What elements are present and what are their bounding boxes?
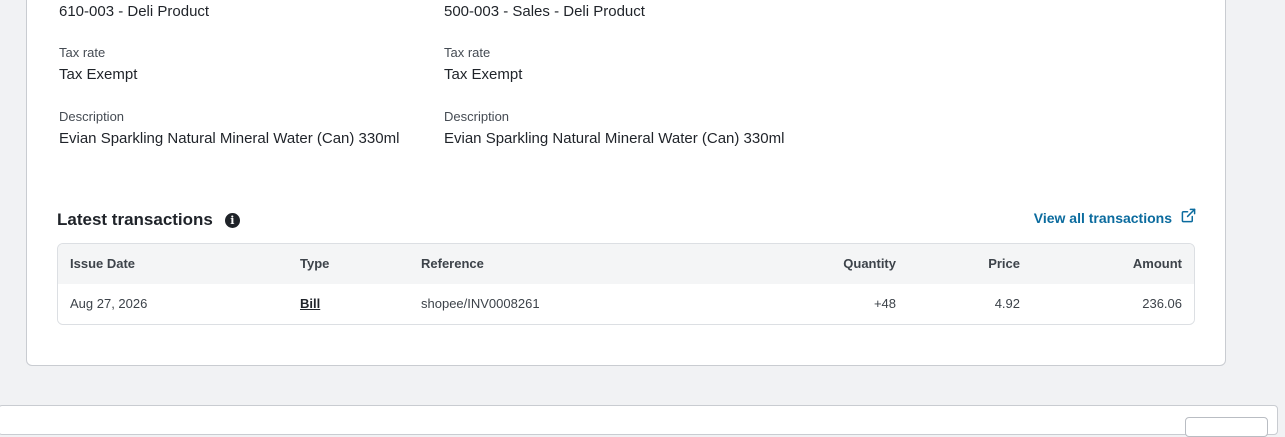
sales-account: 500-003 - Sales - Deli Product: [444, 3, 645, 21]
cell-amount: 236.06: [1142, 296, 1182, 311]
external-link-icon: [1181, 208, 1196, 222]
latest-transactions-title: Latest transactions: [57, 210, 213, 229]
bottom-action-button[interactable]: [1185, 417, 1268, 437]
sales-description: Description Evian Sparkling Natural Mine…: [444, 109, 784, 148]
bottom-panel: [0, 405, 1278, 435]
purchase-description: Description Evian Sparkling Natural Mine…: [59, 109, 399, 148]
purchase-tax-rate-label: Tax rate: [59, 45, 106, 60]
sales-tax-rate: Tax rate Tax Exempt: [444, 45, 522, 84]
sales-account-value: 500-003 - Sales - Deli Product: [444, 3, 645, 20]
table-row: Aug 27, 2026 Bill shopee/INV0008261 +48 …: [58, 284, 1194, 324]
purchase-tax-rate-value: Tax Exempt: [59, 66, 138, 83]
header-quantity[interactable]: Quantity: [796, 244, 896, 284]
info-icon[interactable]: i: [224, 212, 240, 228]
transactions-table: Issue Date Type Reference Quantity Price…: [57, 243, 1195, 325]
purchase-account-value: 610-003 - Deli Product: [59, 3, 210, 20]
cell-price: 4.92: [994, 296, 1020, 311]
purchase-account: 610-003 - Deli Product: [59, 3, 209, 21]
latest-transactions-heading: Latest transactions i: [57, 210, 240, 230]
bill-link[interactable]: Bill: [300, 296, 320, 311]
cell-reference: shopee/INV0008261: [421, 296, 540, 311]
header-price[interactable]: Price: [920, 244, 1020, 284]
table-header-row: Issue Date Type Reference Quantity Price…: [58, 244, 1194, 284]
cell-issue-date: Aug 27, 2026: [70, 296, 148, 311]
purchase-description-label: Description: [59, 109, 125, 124]
header-type[interactable]: Type: [300, 244, 329, 284]
cell-quantity: +48: [873, 296, 896, 311]
header-reference[interactable]: Reference: [421, 244, 484, 284]
item-details-card: 610-003 - Deli Product Tax rate Tax Exem…: [26, 0, 1226, 366]
sales-tax-rate-label: Tax rate: [444, 45, 491, 60]
purchase-tax-rate: Tax rate Tax Exempt: [59, 45, 137, 84]
header-amount[interactable]: Amount: [1082, 244, 1182, 284]
sales-tax-rate-value: Tax Exempt: [444, 66, 523, 83]
sales-description-value: Evian Sparkling Natural Mineral Water (C…: [444, 130, 785, 147]
header-issue-date[interactable]: Issue Date: [70, 244, 135, 284]
view-all-transactions-label: View all transactions: [1033, 210, 1172, 226]
cell-type: Bill: [300, 284, 320, 324]
sales-description-label: Description: [444, 109, 510, 124]
purchase-description-value: Evian Sparkling Natural Mineral Water (C…: [59, 130, 400, 147]
view-all-transactions-link[interactable]: View all transactions: [1033, 208, 1196, 226]
